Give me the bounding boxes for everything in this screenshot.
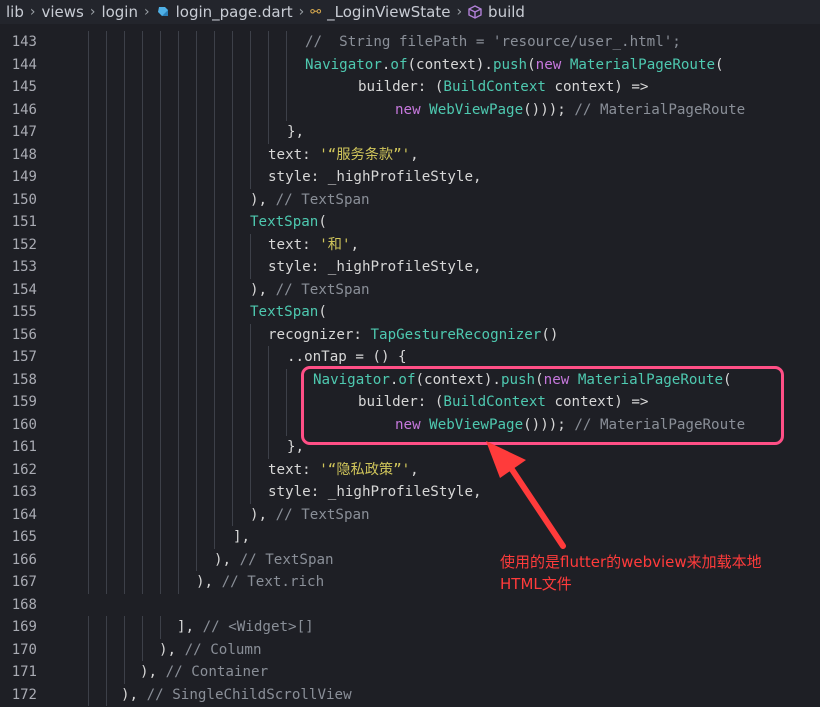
annotation-line-2: HTML文件 <box>500 575 572 593</box>
annotation-text: 使用的是flutter的webview来加载本地 HTML文件 <box>500 551 810 595</box>
code-editor: lib › views › login › login_page.dart › … <box>0 0 820 707</box>
annotation-arrow <box>486 441 566 549</box>
annotation-line-1: 使用的是flutter的webview来加载本地 <box>500 553 762 571</box>
